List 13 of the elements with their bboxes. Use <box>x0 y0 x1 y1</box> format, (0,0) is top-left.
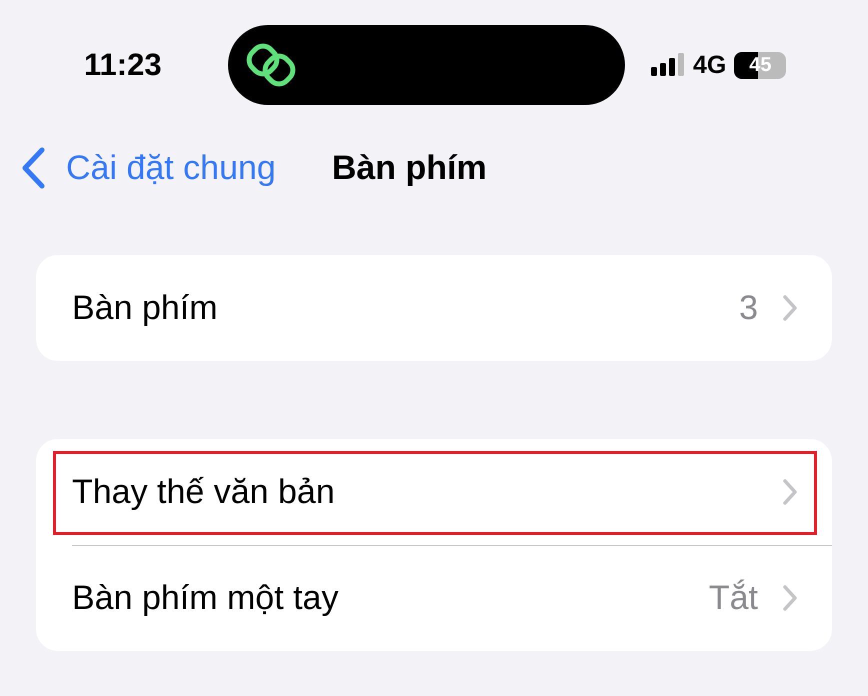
signal-icon <box>651 52 685 78</box>
chevron-icon <box>782 478 798 506</box>
settings-row[interactable]: Thay thế văn bản <box>36 439 832 545</box>
chevron-icon <box>782 584 798 612</box>
chevron-icon <box>782 294 798 322</box>
settings-row[interactable]: Bàn phím một tay Tắt <box>36 545 832 651</box>
link-rings-icon <box>246 43 298 87</box>
back-button[interactable]: Cài đặt chung <box>20 147 276 189</box>
network-type: 4G <box>693 50 726 80</box>
back-chevron-icon <box>20 147 46 189</box>
page-title: Bàn phím <box>332 148 487 188</box>
settings-row[interactable]: Bàn phím 3 <box>36 255 832 361</box>
clock-time: 11:23 <box>84 47 163 83</box>
